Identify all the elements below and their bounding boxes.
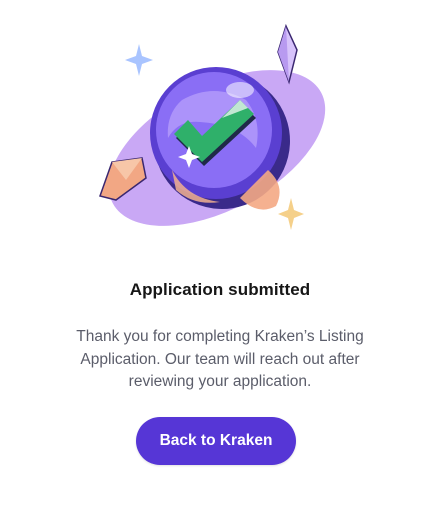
blue-sparkle-icon (125, 44, 153, 76)
page-title: Application submitted (129, 280, 311, 299)
back-to-kraken-button[interactable]: Back to Kraken (136, 417, 296, 465)
application-submitted-screen: Application submitted Thank you for comp… (0, 0, 440, 515)
success-checkmark-illustration (99, 23, 326, 230)
gold-sparkle-icon (278, 198, 304, 230)
confirmation-message: Thank you for completing Kraken’s Listin… (76, 328, 364, 390)
